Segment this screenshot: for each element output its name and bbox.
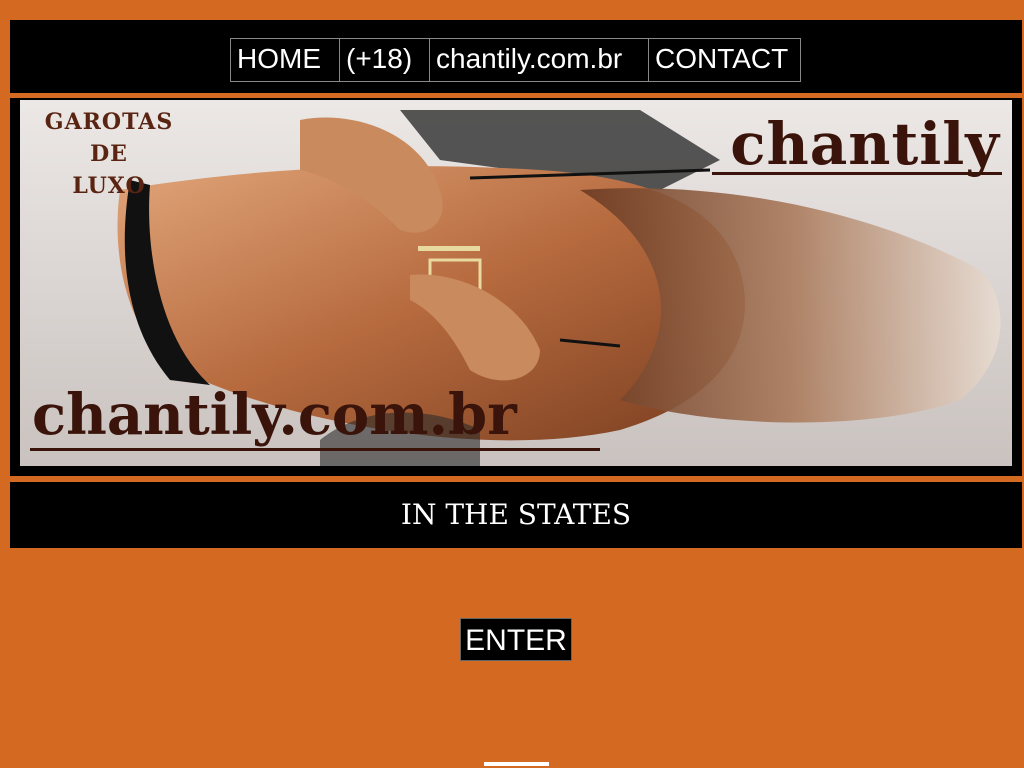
tagline-line-1: GAROTAS DE: [44, 109, 174, 167]
hero-banner: GAROTAS DE LUXO chantily chantily.com.br: [10, 98, 1022, 476]
brand-underline-bottom: [30, 448, 600, 451]
brand-logo-top: chantily: [730, 110, 1000, 178]
top-nav-bar: HOME (+18) chantily.com.br CONTACT: [10, 20, 1022, 93]
bottom-divider: [484, 762, 549, 766]
nav-item-adult[interactable]: (+18): [339, 38, 430, 82]
nav-item-home[interactable]: HOME: [230, 38, 340, 82]
brand-logo-bottom: chantily.com.br: [32, 382, 517, 448]
tagline-line-2: LUXO: [72, 173, 146, 199]
nav-menu: HOME (+18) chantily.com.br CONTACT: [230, 38, 801, 82]
section-header-bar: IN THE STATES: [10, 482, 1022, 548]
banner-image: GAROTAS DE LUXO chantily chantily.com.br: [20, 100, 1012, 466]
section-title: IN THE STATES: [400, 498, 632, 531]
banner-tagline: GAROTAS DE LUXO: [34, 106, 184, 202]
enter-button[interactable]: ENTER: [460, 618, 572, 661]
nav-item-contact[interactable]: CONTACT: [648, 38, 801, 82]
nav-item-site[interactable]: chantily.com.br: [429, 38, 649, 82]
brand-underline-top: [712, 172, 1002, 175]
